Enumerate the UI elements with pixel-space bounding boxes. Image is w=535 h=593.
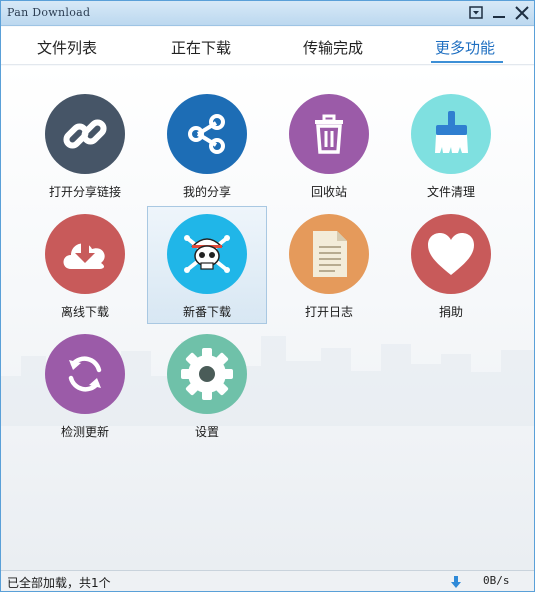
feature-offline-download[interactable]: 离线下载 [25,206,145,324]
features-panel: 打开分享链接 我的分享 回收站 文件清理 离线下载 新番下载 打开日志 捐助 检… [1,66,534,570]
title-bar[interactable]: Pan Download [1,1,534,26]
menu-dropdown-icon[interactable] [467,5,485,21]
feature-settings[interactable]: 设置 [147,326,267,444]
gear-icon [167,334,247,414]
close-icon[interactable] [513,5,531,21]
feature-check-update[interactable]: 检测更新 [25,326,145,444]
feature-label: 离线下载 [60,305,109,319]
feature-label: 文件清理 [426,185,475,199]
feature-file-cleanup[interactable]: 文件清理 [391,86,511,204]
feature-my-shares[interactable]: 我的分享 [147,86,267,204]
download-arrow-icon [450,574,462,588]
feature-label: 打开日志 [304,305,353,319]
feature-label: 回收站 [310,185,347,199]
trash-icon [289,94,369,174]
heart-icon [411,214,491,294]
feature-label: 新番下载 [182,305,231,319]
cloud-download-icon [45,214,125,294]
feature-label: 打开分享链接 [48,185,121,199]
tab-file-list[interactable]: 文件列表 [21,27,113,65]
tab-more-features[interactable]: 更多功能 [419,27,511,65]
broom-icon [411,94,491,174]
feature-label: 我的分享 [182,185,231,199]
feature-label: 捐助 [438,305,463,319]
feature-donate[interactable]: 捐助 [391,206,511,324]
app-window: Pan Download 文件列表 正在下载 传输完成 更多功能 打开分享链接 … [0,0,535,592]
tab-downloading[interactable]: 正在下载 [155,27,247,65]
window-title: Pan Download [7,6,91,19]
document-icon [289,214,369,294]
feature-anime-download[interactable]: 新番下载 [147,206,267,324]
skull-icon [167,214,247,294]
feature-open-share-link[interactable]: 打开分享链接 [25,86,145,204]
refresh-icon [45,334,125,414]
download-speed: 0B/s [483,574,510,587]
share-icon [167,94,247,174]
tab-completed[interactable]: 传输完成 [287,27,379,65]
active-tab-indicator [431,61,503,63]
status-text: 已全部加载，共1个 [7,576,111,590]
feature-label: 设置 [194,425,219,439]
minimize-icon[interactable] [490,5,508,21]
status-bar: 已全部加载，共1个 0B/s [1,570,534,591]
feature-recycle-bin[interactable]: 回收站 [269,86,389,204]
feature-label: 检测更新 [60,425,109,439]
tab-bar: 文件列表 正在下载 传输完成 更多功能 [1,27,534,65]
feature-open-log[interactable]: 打开日志 [269,206,389,324]
link-icon [45,94,125,174]
